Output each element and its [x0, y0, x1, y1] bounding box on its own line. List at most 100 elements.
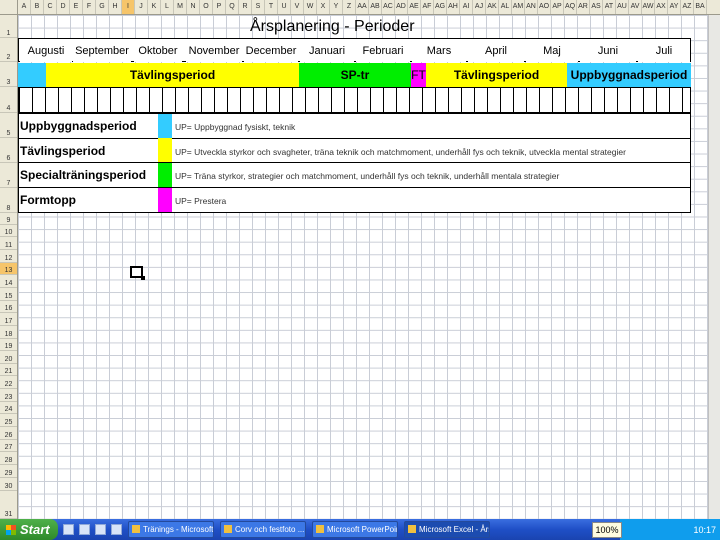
row-header[interactable]: 21 — [0, 364, 17, 376]
month-cell[interactable]: December — [244, 40, 298, 62]
column-header[interactable]: AG — [434, 0, 447, 14]
row-header[interactable]: 24 — [0, 402, 17, 414]
row-header[interactable]: 17 — [0, 313, 17, 326]
vertical-scrollbar[interactable] — [708, 15, 720, 519]
column-header[interactable]: N — [187, 0, 200, 14]
column-header[interactable]: AQ — [564, 0, 577, 14]
column-header[interactable]: AN — [525, 0, 538, 14]
column-header[interactable]: X — [317, 0, 330, 14]
column-header[interactable]: AA — [356, 0, 369, 14]
row-header[interactable]: 8 — [0, 188, 17, 213]
column-header[interactable]: AS — [590, 0, 603, 14]
row-header[interactable]: 6 — [0, 138, 17, 163]
month-cell[interactable]: Mars — [412, 40, 466, 62]
column-header[interactable]: AW — [642, 0, 655, 14]
period-segment[interactable]: SP-tr — [299, 63, 411, 87]
column-header[interactable]: I — [122, 0, 135, 14]
column-header[interactable]: AK — [486, 0, 499, 14]
row-header[interactable]: 15 — [0, 288, 17, 301]
month-cell[interactable]: Juni — [580, 40, 636, 62]
column-header[interactable]: AB — [369, 0, 382, 14]
taskbar-item[interactable]: Tränings - Microsoft ... — [128, 521, 214, 538]
row-header[interactable]: 20 — [0, 351, 17, 364]
taskbar-item[interactable]: Corv och festfoto ... — [220, 521, 306, 538]
legend-description[interactable]: UP= Uppbyggnad fysiskt, teknik — [175, 122, 691, 132]
row-header[interactable]: 1 — [0, 15, 17, 38]
legend-label[interactable]: Tävlingsperiod — [20, 144, 105, 158]
column-header[interactable]: U — [278, 0, 291, 14]
column-header[interactable]: AV — [629, 0, 642, 14]
month-cell[interactable]: September — [73, 40, 131, 62]
column-header[interactable]: E — [70, 0, 83, 14]
row-header[interactable]: 4 — [0, 87, 17, 113]
period-segment[interactable]: FT — [411, 63, 426, 87]
row-header[interactable]: 18 — [0, 326, 17, 339]
row-header[interactable]: 3 — [0, 62, 17, 87]
column-header[interactable]: R — [239, 0, 252, 14]
legend-label[interactable]: Formtopp — [20, 193, 76, 207]
row-header[interactable]: 26 — [0, 427, 17, 440]
column-header[interactable]: AT — [603, 0, 616, 14]
legend-label[interactable]: Uppbyggnadsperiod — [20, 119, 137, 133]
legend-description[interactable]: UP= Utveckla styrkor och svagheter, trän… — [175, 147, 691, 157]
row-header[interactable]: 19 — [0, 339, 17, 351]
legend-swatch[interactable] — [158, 163, 172, 187]
row-header[interactable]: 11 — [0, 237, 17, 250]
month-cell[interactable]: April — [468, 40, 524, 62]
column-header[interactable]: L — [161, 0, 174, 14]
column-header[interactable]: BA — [694, 0, 707, 14]
column-header[interactable]: AH — [447, 0, 460, 14]
row-header[interactable]: 27 — [0, 440, 17, 452]
legend-label[interactable]: Specialträningsperiod — [20, 168, 146, 182]
column-header[interactable]: W — [304, 0, 317, 14]
column-header[interactable]: AY — [668, 0, 681, 14]
row-header[interactable]: 29 — [0, 465, 17, 478]
legend-description[interactable]: UP= Prestera — [175, 196, 691, 206]
column-header[interactable]: AF — [421, 0, 434, 14]
column-header[interactable]: AE — [408, 0, 421, 14]
row-header[interactable]: 5 — [0, 113, 17, 138]
row-header[interactable]: 31 — [0, 491, 17, 519]
column-header[interactable]: V — [291, 0, 304, 14]
tray-clock[interactable]: 10:17 — [693, 525, 716, 535]
period-segment[interactable]: Tävlingsperiod — [426, 63, 567, 87]
legend-swatch[interactable] — [158, 138, 172, 162]
column-header[interactable]: B — [31, 0, 44, 14]
column-header[interactable]: C — [44, 0, 57, 14]
column-header[interactable]: AC — [382, 0, 395, 14]
row-header[interactable]: 25 — [0, 414, 17, 427]
column-header[interactable]: Q — [226, 0, 239, 14]
sheet-title[interactable]: Årsplanering - Perioder — [250, 18, 415, 36]
column-header[interactable]: J — [135, 0, 148, 14]
taskbar-item-active[interactable]: Microsoft Excel - Årsp... — [404, 521, 490, 538]
column-header[interactable]: AL — [499, 0, 512, 14]
column-header[interactable]: AR — [577, 0, 590, 14]
column-header[interactable]: A — [18, 0, 31, 14]
legend-description[interactable]: UP= Träna styrkor, strategier och matchm… — [175, 171, 691, 181]
month-cell[interactable]: November — [186, 40, 242, 62]
row-header[interactable]: 23 — [0, 389, 17, 402]
column-header[interactable]: AM — [512, 0, 525, 14]
quicklaunch-desktop-icon[interactable] — [63, 524, 74, 535]
row-header[interactable]: 9 — [0, 213, 17, 225]
column-header[interactable]: G — [96, 0, 109, 14]
column-header[interactable]: Y — [330, 0, 343, 14]
column-header[interactable]: AX — [655, 0, 668, 14]
column-header[interactable]: Z — [343, 0, 356, 14]
period-segment[interactable]: Uppbyggnadsperiod — [567, 63, 691, 87]
period-segment[interactable] — [18, 63, 46, 87]
legend-swatch[interactable] — [158, 114, 172, 138]
row-header[interactable]: 22 — [0, 376, 17, 389]
column-header[interactable]: M — [174, 0, 187, 14]
column-header[interactable]: D — [57, 0, 70, 14]
column-header[interactable]: AP — [551, 0, 564, 14]
column-header[interactable]: F — [83, 0, 96, 14]
row-header[interactable]: 16 — [0, 301, 17, 313]
column-header[interactable]: H — [109, 0, 122, 14]
month-cell[interactable]: Juli — [638, 40, 690, 62]
row-header[interactable]: 28 — [0, 452, 17, 465]
active-cell[interactable] — [130, 266, 145, 280]
quicklaunch-mail-icon[interactable] — [111, 524, 122, 535]
row-header[interactable]: 2 — [0, 38, 17, 62]
row-header[interactable]: 30 — [0, 478, 17, 491]
